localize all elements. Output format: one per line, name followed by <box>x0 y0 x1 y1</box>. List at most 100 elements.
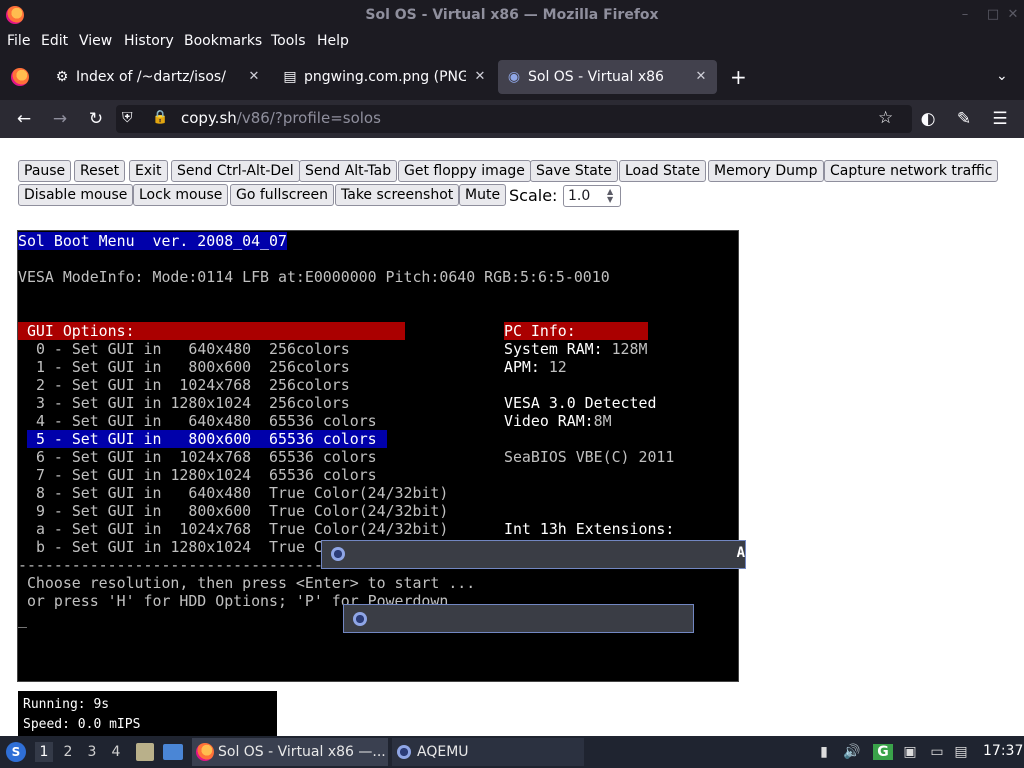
apm-value: 12 <box>539 358 567 376</box>
apm-info: APM: 12 <box>504 358 567 376</box>
separator-line: ----------------------------------- <box>18 556 332 574</box>
menu-view[interactable]: View <box>79 30 112 54</box>
gui-option-1[interactable]: 1 - Set GUI in 800x600 256colors <box>27 358 350 376</box>
gui-option-9[interactable]: 9 - Set GUI in 800x600 True Color(24/32b… <box>27 502 448 520</box>
task-label: AQEMU <box>417 744 469 760</box>
save-state-button[interactable]: Save State <box>530 160 618 182</box>
update-manager-icon[interactable]: G <box>873 744 893 760</box>
text-cursor: _ <box>18 610 27 628</box>
lock-mouse-button[interactable]: Lock mouse <box>133 184 229 206</box>
tab-pngwing[interactable]: ▤ pngwing.com.png (PNG I ✕ <box>274 60 496 94</box>
shield-icon[interactable]: ⛨ <box>122 110 133 126</box>
tab-sol-os[interactable]: ◉ Sol OS - Virtual x86 ✕ <box>498 60 717 94</box>
show-desktop-icon[interactable] <box>163 744 183 760</box>
gui-option-3[interactable]: 3 - Set GUI in 1280x1024 256colors <box>27 394 350 412</box>
memory-dump-button[interactable]: Memory Dump <box>708 160 824 182</box>
forward-icon[interactable]: → <box>47 106 73 132</box>
firefox-view-icon[interactable] <box>11 68 29 86</box>
gui-option-4[interactable]: 4 - Set GUI in 640x480 65536 colors <box>27 412 377 430</box>
url-bar[interactable]: ⛨ 🔒 copy.sh/v86/?profile=solos ☆ <box>116 105 912 133</box>
send-alt-tab-button[interactable]: Send Alt-Tab <box>299 160 398 182</box>
workspace-4[interactable]: 4 <box>107 742 125 762</box>
system-ram: System RAM: 128M <box>504 340 647 358</box>
account-icon[interactable]: ◐ <box>915 106 941 132</box>
start-menu-icon[interactable]: S <box>6 742 26 762</box>
system-ram-label: System RAM: <box>504 340 603 358</box>
send-ctrl-alt-del-button[interactable]: Send Ctrl-Alt-Del <box>171 160 300 182</box>
task-firefox[interactable]: Sol OS - Virtual x86 —... <box>192 738 388 766</box>
clipboard-icon[interactable]: ▮ <box>816 744 832 760</box>
reload-icon[interactable]: ↻ <box>83 106 109 132</box>
lock-icon[interactable]: 🔒 <box>152 110 168 125</box>
network-icon[interactable]: ▤ <box>953 744 969 760</box>
int13-extensions: Int 13h Extensions: <box>504 520 675 538</box>
speed-info: Speed: 0.0 mIPS <box>23 717 141 732</box>
gui-option-5-selected[interactable]: 5 - Set GUI in 800x600 65536 colors <box>27 430 387 448</box>
gui-option-b[interactable]: b - Set GUI in 1280x1024 True C <box>27 538 323 556</box>
disable-mouse-button[interactable]: Disable mouse <box>18 184 134 206</box>
file-manager-icon[interactable] <box>136 743 154 761</box>
menu-help[interactable]: Help <box>317 30 349 54</box>
back-icon[interactable]: ← <box>11 106 37 132</box>
tab-close-icon[interactable]: ✕ <box>246 60 262 94</box>
gui-option-6[interactable]: 6 - Set GUI in 1024x768 65536 colors <box>27 448 377 466</box>
load-state-button[interactable]: Load State <box>619 160 707 182</box>
menu-tools[interactable]: Tools <box>271 30 306 54</box>
video-ram-label: Video RAM: <box>504 412 594 430</box>
gui-option-8[interactable]: 8 - Set GUI in 640x480 True Color(24/32b… <box>27 484 448 502</box>
tab-index-of-isos[interactable]: ⚙ Index of /~dartz/isos/ ✕ <box>46 60 270 94</box>
gui-option-a[interactable]: a - Set GUI in 1024x768 True Color(24/32… <box>27 520 448 538</box>
app-menu-icon[interactable]: ☰ <box>987 106 1013 132</box>
window-title: Sol OS - Virtual x86 — Mozilla Firefox <box>365 7 659 23</box>
take-screenshot-button[interactable]: Take screenshot <box>335 184 460 206</box>
bookmark-star-icon[interactable]: ☆ <box>878 108 893 128</box>
tab-label: Index of /~dartz/isos/ <box>76 69 226 85</box>
scale-input[interactable]: 1.0 ▲ ▼ <box>563 185 621 207</box>
floating-window-panel-2[interactable] <box>343 604 694 633</box>
extensions-icon[interactable]: ✎ <box>951 106 977 132</box>
tab-strip: ⚙ Index of /~dartz/isos/ ✕ ▤ pngwing.com… <box>0 54 1024 100</box>
volume-icon[interactable]: 🔊 <box>843 744 860 760</box>
workspace-2[interactable]: 2 <box>59 742 77 762</box>
window-titlebar: Sol OS - Virtual x86 — Mozilla Firefox –… <box>0 0 1024 30</box>
list-all-tabs-icon[interactable]: ⌄ <box>996 68 1008 84</box>
image-file-icon: ▤ <box>283 69 297 85</box>
scale-label: Scale: <box>509 186 558 205</box>
panel-label: A <box>736 545 745 561</box>
tab-close-icon[interactable]: ✕ <box>693 60 709 94</box>
menu-bar: File Edit View History Bookmarks Tools H… <box>0 30 1024 54</box>
notes-icon[interactable]: ▣ <box>902 744 918 760</box>
capture-network-traffic-button[interactable]: Capture network traffic <box>824 160 999 182</box>
close-window-icon[interactable]: ✕ <box>1004 6 1022 24</box>
menu-bookmarks[interactable]: Bookmarks <box>184 30 262 54</box>
scale-value: 1.0 <box>568 188 591 204</box>
tab-close-icon[interactable]: ✕ <box>472 60 488 94</box>
pause-button[interactable]: Pause <box>18 160 72 182</box>
url-host: copy.sh <box>181 109 237 127</box>
vm-status-box: Running: 9s Speed: 0.0 mIPS <box>18 691 277 736</box>
gui-option-0[interactable]: 0 - Set GUI in 640x480 256colors <box>27 340 350 358</box>
task-aqemu[interactable]: AQEMU <box>392 738 584 766</box>
menu-history[interactable]: History <box>124 30 174 54</box>
minimize-icon[interactable]: – <box>956 6 974 24</box>
menu-edit[interactable]: Edit <box>41 30 68 54</box>
new-tab-button[interactable]: + <box>730 66 747 88</box>
exit-button[interactable]: Exit <box>129 160 168 182</box>
maximize-icon[interactable]: □ <box>984 6 1002 24</box>
tab-label: pngwing.com.png (PNG I <box>304 69 466 85</box>
pc-info-title: PC Info: <box>504 322 648 340</box>
sol-os-icon: ◉ <box>507 69 521 85</box>
display-icon[interactable]: ▭ <box>929 744 945 760</box>
spinner-arrows-icon[interactable]: ▲ ▼ <box>607 188 617 204</box>
gui-option-7[interactable]: 7 - Set GUI in 1280x1024 65536 colors <box>27 466 377 484</box>
get-floppy-image-button[interactable]: Get floppy image <box>398 160 531 182</box>
workspace-3[interactable]: 3 <box>83 742 101 762</box>
gui-options-title: GUI Options: <box>18 322 405 340</box>
workspace-1[interactable]: 1 <box>35 742 53 762</box>
go-fullscreen-button[interactable]: Go fullscreen <box>230 184 334 206</box>
floating-window-panel[interactable]: A <box>321 540 746 569</box>
mute-button[interactable]: Mute <box>459 184 507 206</box>
reset-button[interactable]: Reset <box>74 160 126 182</box>
gui-option-2[interactable]: 2 - Set GUI in 1024x768 256colors <box>27 376 350 394</box>
menu-file[interactable]: File <box>7 30 30 54</box>
